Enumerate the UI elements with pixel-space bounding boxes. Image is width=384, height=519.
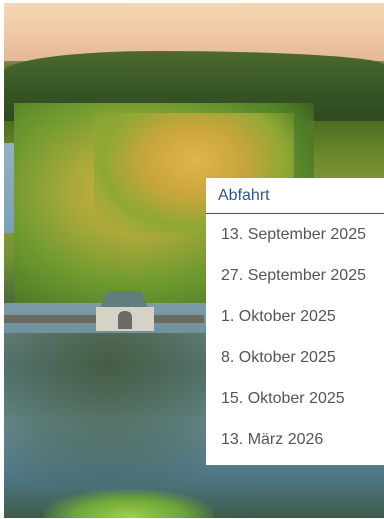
departure-date-item[interactable]: 27. September 2025 <box>206 255 384 296</box>
boathouse-door <box>118 311 132 329</box>
departure-panel: Abfahrt 13. September 2025 27. September… <box>206 178 384 465</box>
departure-date-list: 13. September 2025 27. September 2025 1.… <box>206 214 384 460</box>
boathouse <box>94 291 164 341</box>
departure-title: Abfahrt <box>218 186 270 204</box>
departure-date-item[interactable]: 15. Oktober 2025 <box>206 378 384 419</box>
departure-date-item[interactable]: 13. März 2026 <box>206 419 384 460</box>
page: Abfahrt 13. September 2025 27. September… <box>0 0 384 519</box>
departure-date-item[interactable]: 1. Oktober 2025 <box>206 296 384 337</box>
departure-date-item[interactable]: 13. September 2025 <box>206 214 384 255</box>
foreground-shrub <box>44 489 214 518</box>
departure-date-item[interactable]: 8. Oktober 2025 <box>206 337 384 378</box>
departure-header: Abfahrt <box>206 178 384 214</box>
